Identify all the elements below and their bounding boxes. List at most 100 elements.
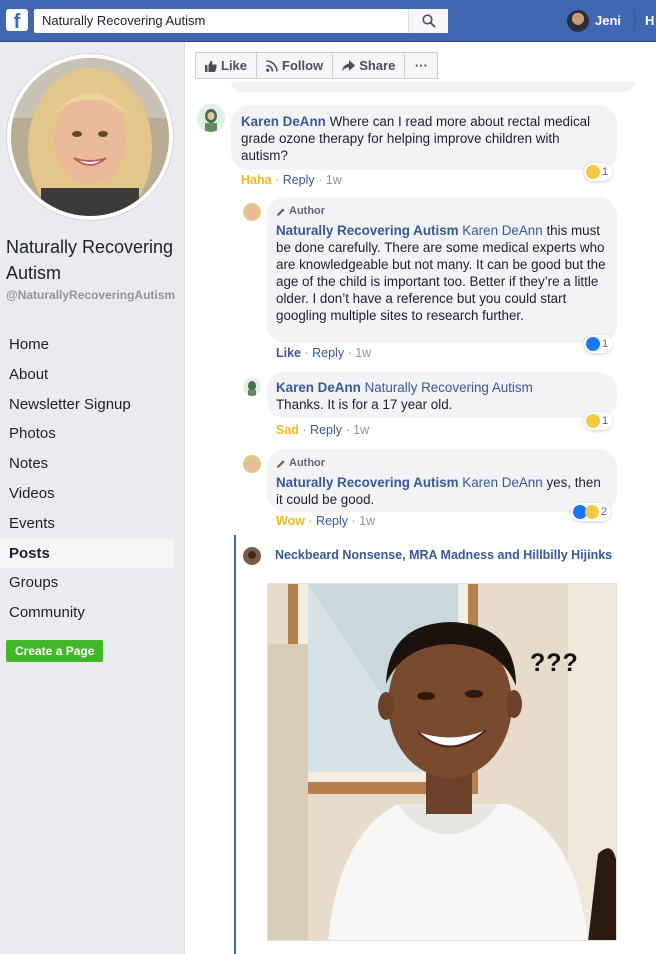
timestamp[interactable]: 1w bbox=[326, 173, 342, 187]
search-query[interactable]: Naturally Recovering Autism bbox=[42, 13, 205, 28]
share-page-button[interactable]: Share bbox=[332, 52, 406, 79]
like-reaction-link[interactable]: Like bbox=[276, 346, 301, 360]
reply-link[interactable]: Reply bbox=[316, 514, 348, 528]
previous-comment-edge bbox=[231, 82, 635, 92]
reply-bubble: Author Naturally Recovering Autism Karen… bbox=[267, 449, 617, 512]
user-name-link[interactable]: Jeni bbox=[595, 13, 621, 28]
nav-item-groups[interactable]: Groups bbox=[0, 568, 174, 598]
nav-item-videos[interactable]: Videos bbox=[0, 479, 174, 509]
commenter-avatar-image bbox=[243, 378, 261, 396]
more-options-icon: ··· bbox=[414, 58, 428, 73]
nav-item-photos[interactable]: Photos bbox=[0, 419, 174, 449]
share-arrow-icon bbox=[342, 59, 356, 71]
reply-bubble: Karen DeAnn Naturally Recovering Autism … bbox=[267, 372, 617, 418]
meme-image[interactable]: ??? bbox=[267, 583, 617, 941]
page-title[interactable]: Naturally Recovering Autism bbox=[6, 234, 180, 286]
nav-item-newsletter-signup[interactable]: Newsletter Signup bbox=[0, 390, 174, 420]
rss-icon bbox=[266, 59, 278, 72]
page-action-bar: Like Follow Share ··· bbox=[195, 52, 439, 79]
reply-meta: Like · Reply · 1w bbox=[276, 346, 371, 360]
page-avatar[interactable] bbox=[243, 455, 261, 473]
reply-meta: Wow · Reply · 1w bbox=[276, 514, 375, 528]
page-sidebar: Naturally Recovering Autism @NaturallyRe… bbox=[0, 42, 184, 954]
follow-label: Follow bbox=[282, 58, 324, 73]
dot-separator: · bbox=[304, 514, 317, 528]
reaction-count[interactable]: 1 bbox=[584, 335, 613, 353]
more-options-button[interactable]: ··· bbox=[404, 52, 439, 79]
haha-emoji-icon bbox=[586, 165, 600, 179]
reaction-count[interactable]: 2 bbox=[571, 503, 612, 521]
reaction-count[interactable]: 1 bbox=[584, 412, 613, 430]
reply-text: Thanks. It is for a 17 year old. bbox=[276, 397, 453, 412]
reply-link[interactable]: Reply bbox=[310, 423, 342, 437]
commenter-avatar[interactable] bbox=[243, 547, 261, 565]
thumbs-up-icon bbox=[205, 60, 217, 72]
home-link[interactable]: H bbox=[645, 13, 654, 28]
nav-item-community[interactable]: Community bbox=[0, 598, 174, 628]
reply-highlight-bar bbox=[234, 535, 236, 954]
author-badge: Author bbox=[276, 203, 608, 220]
commenter-avatar[interactable] bbox=[243, 378, 261, 396]
page-handle[interactable]: @NaturallyRecoveringAutism bbox=[6, 288, 180, 303]
follow-page-button[interactable]: Follow bbox=[256, 52, 334, 79]
haha-reaction-link[interactable]: Haha bbox=[241, 173, 272, 187]
mention-link[interactable]: Karen DeAnn bbox=[462, 223, 542, 238]
dot-separator: · bbox=[314, 173, 326, 187]
dot-separator: · bbox=[301, 346, 313, 360]
mention-link[interactable]: Naturally Recovering Autism bbox=[365, 380, 533, 395]
sad-reaction-link[interactable]: Sad bbox=[276, 423, 299, 437]
mention-link[interactable]: Karen DeAnn bbox=[462, 475, 542, 490]
nav-item-notes[interactable]: Notes bbox=[0, 449, 174, 479]
user-avatar[interactable] bbox=[567, 10, 589, 32]
dot-separator: · bbox=[298, 423, 311, 437]
commenter-avatar[interactable] bbox=[197, 104, 225, 132]
like-emoji-icon bbox=[586, 337, 600, 351]
share-label: Share bbox=[359, 58, 396, 73]
nav-item-events[interactable]: Events bbox=[0, 509, 174, 539]
search-button[interactable] bbox=[408, 9, 448, 33]
timestamp[interactable]: 1w bbox=[359, 514, 375, 528]
page-avatar-image bbox=[243, 203, 261, 221]
meme-picture bbox=[268, 584, 616, 940]
reply-author[interactable]: Neckbeard Nonsense, MRA Madness and Hill… bbox=[275, 547, 615, 563]
reply-link[interactable]: Reply bbox=[283, 173, 315, 187]
reply-bubble: Author Naturally Recovering Autism Karen… bbox=[267, 197, 617, 343]
author-badge-label: Author bbox=[289, 205, 326, 217]
reply-link[interactable]: Reply bbox=[312, 346, 344, 360]
profile-portrait bbox=[11, 58, 169, 216]
create-page-button[interactable]: Create a Page bbox=[6, 640, 104, 662]
search-input[interactable]: Naturally Recovering Autism bbox=[34, 9, 448, 33]
nav-item-posts[interactable]: Posts bbox=[0, 538, 174, 569]
nav-item-home[interactable]: Home bbox=[0, 330, 174, 360]
comment-author[interactable]: Karen DeAnn bbox=[241, 114, 326, 129]
page-nav: Home About Newsletter Signup Photos Note… bbox=[0, 330, 174, 628]
like-page-button[interactable]: Like bbox=[195, 52, 258, 79]
page-profile-picture[interactable] bbox=[7, 54, 173, 220]
reply-author[interactable]: Karen DeAnn bbox=[276, 380, 361, 395]
timestamp[interactable]: 1w bbox=[355, 346, 371, 360]
page-avatar-image bbox=[243, 455, 261, 473]
commenter-avatar-image bbox=[243, 547, 261, 565]
dot-separator: · bbox=[348, 514, 360, 528]
pencil-icon bbox=[277, 459, 285, 468]
wow-reaction-link[interactable]: Wow bbox=[276, 514, 305, 528]
reaction-count-number: 1 bbox=[602, 415, 609, 427]
page-avatar[interactable] bbox=[243, 203, 261, 221]
reply-author[interactable]: Naturally Recovering Autism bbox=[276, 223, 459, 238]
commenter-avatar-image bbox=[197, 104, 225, 132]
timestamp[interactable]: 1w bbox=[353, 423, 369, 437]
comment-meta: Haha · Reply · 1w bbox=[241, 173, 342, 187]
reaction-count-number: 2 bbox=[601, 506, 608, 518]
sad-emoji-icon bbox=[586, 414, 600, 428]
facebook-logo-icon[interactable]: f bbox=[6, 9, 28, 31]
reaction-count-number: 1 bbox=[602, 166, 609, 178]
author-badge: Author bbox=[276, 455, 608, 472]
reaction-count[interactable]: 1 bbox=[584, 163, 613, 181]
nav-item-about[interactable]: About bbox=[0, 360, 174, 390]
dot-separator: · bbox=[271, 173, 283, 187]
reply-author[interactable]: Naturally Recovering Autism bbox=[276, 475, 459, 490]
search-icon bbox=[422, 14, 436, 28]
main-content: Like Follow Share ··· Karen DeAnn Where … bbox=[184, 42, 656, 954]
author-badge-label: Author bbox=[289, 457, 326, 469]
reaction-count-number: 1 bbox=[602, 338, 609, 350]
